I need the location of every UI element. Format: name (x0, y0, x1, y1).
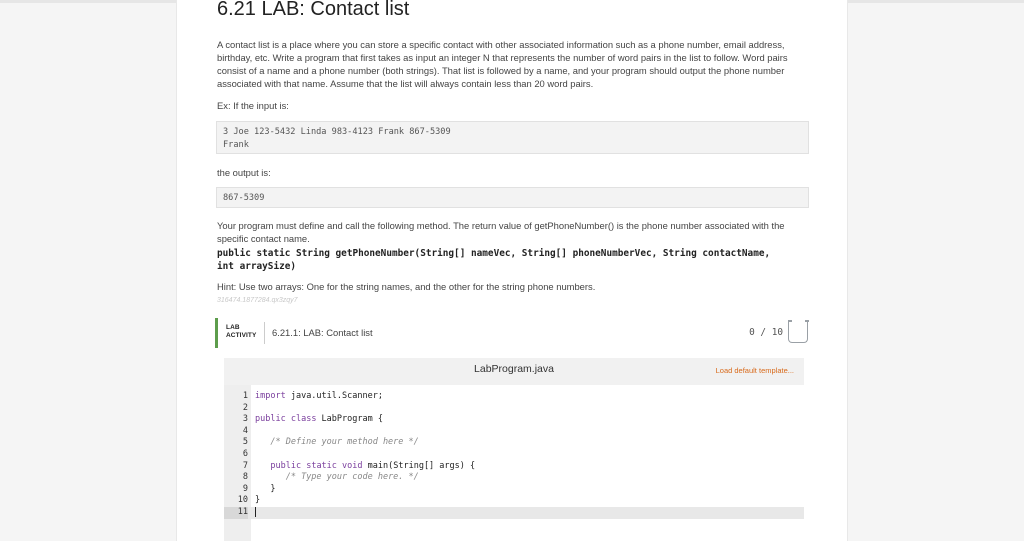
code-line-active[interactable]: 11 (224, 507, 804, 519)
example-label: Ex: If the input is: (217, 100, 289, 111)
code-text: } (255, 483, 276, 494)
page-title: 6.21 LAB: Contact list (217, 0, 410, 20)
code-line[interactable]: 5 /* Define your method here */ (224, 437, 804, 449)
code-text: /* Type your code here. */ (285, 472, 419, 483)
line-number: 2 (242, 402, 248, 413)
code-line[interactable]: 8 /* Type your code here. */ (224, 472, 804, 484)
activity-accent-bar (215, 318, 218, 348)
activity-divider (264, 322, 265, 344)
activity-score: 0 / 10 (749, 327, 783, 338)
line-number: 5 (242, 437, 248, 448)
output-label: the output is: (217, 167, 271, 178)
activity-title: 6.21.1: LAB: Contact list (272, 327, 373, 338)
text-cursor (255, 507, 256, 517)
content-page: 6.21 LAB: Contact list A contact list is… (176, 0, 848, 541)
code-text: /* Define your method here */ (270, 437, 419, 448)
code-line[interactable]: 7 public static void main(String[] args)… (224, 461, 804, 473)
activity-label-line2: ACTIVITY (226, 332, 257, 339)
line-number: 7 (242, 460, 248, 471)
code-text: import java.util.Scanner; (255, 391, 383, 401)
code-text: } (255, 495, 261, 506)
hint-text: Hint: Use two arrays: One for the string… (217, 281, 596, 292)
activity-id: 316474.1877284.qx3zqy7 (217, 297, 298, 304)
example-output-block: 867-5309 (216, 187, 809, 208)
code-area[interactable]: 1 import java.util.Scanner; 2 3 public cla… (224, 385, 804, 541)
line-number: 9 (242, 483, 248, 494)
signature-line-2: int arraySize) (217, 261, 297, 272)
line-number: 1 (242, 391, 248, 401)
line-number: 11 (224, 507, 248, 519)
intro-paragraph: A contact list is a place where you can … (217, 39, 788, 89)
load-default-template-link[interactable]: Load default template... (716, 366, 794, 375)
code-line[interactable]: 4 (224, 426, 804, 438)
code-text: public static void main(String[] args) { (270, 460, 476, 471)
method-paragraph: Your program must define and call the fo… (217, 220, 785, 244)
line-number: 3 (242, 414, 248, 425)
line-number: 10 (237, 495, 248, 506)
activity-label-line1: LAB (226, 324, 240, 331)
code-text: public class LabProgram { (255, 414, 383, 425)
line-number: 8 (242, 472, 248, 483)
code-line[interactable]: 2 (224, 403, 804, 415)
line-number: 4 (242, 425, 248, 436)
activity-type-label: LAB ACTIVITY (226, 324, 256, 340)
code-line[interactable]: 3 public class LabProgram { (224, 414, 804, 426)
lab-activity-header: LAB ACTIVITY 6.21.1: LAB: Contact list 0… (215, 318, 809, 348)
code-line[interactable]: 9 } (224, 484, 804, 496)
line-number: 6 (242, 449, 248, 459)
example-input-block: 3 Joe 123-5432 Linda 983-4123 Frank 867-… (216, 121, 809, 154)
code-text (255, 507, 256, 519)
code-line[interactable]: 6 (224, 449, 804, 461)
code-editor: LabProgram.java Load default template...… (224, 358, 804, 541)
method-signature: public static String getPhoneNumber(Stri… (217, 247, 770, 273)
signature-line-1: public static String getPhoneNumber(Stri… (217, 248, 771, 259)
code-line[interactable]: 1 import java.util.Scanner; (224, 391, 804, 403)
code-line[interactable]: 10} (224, 495, 804, 507)
completion-box-icon (787, 320, 809, 343)
